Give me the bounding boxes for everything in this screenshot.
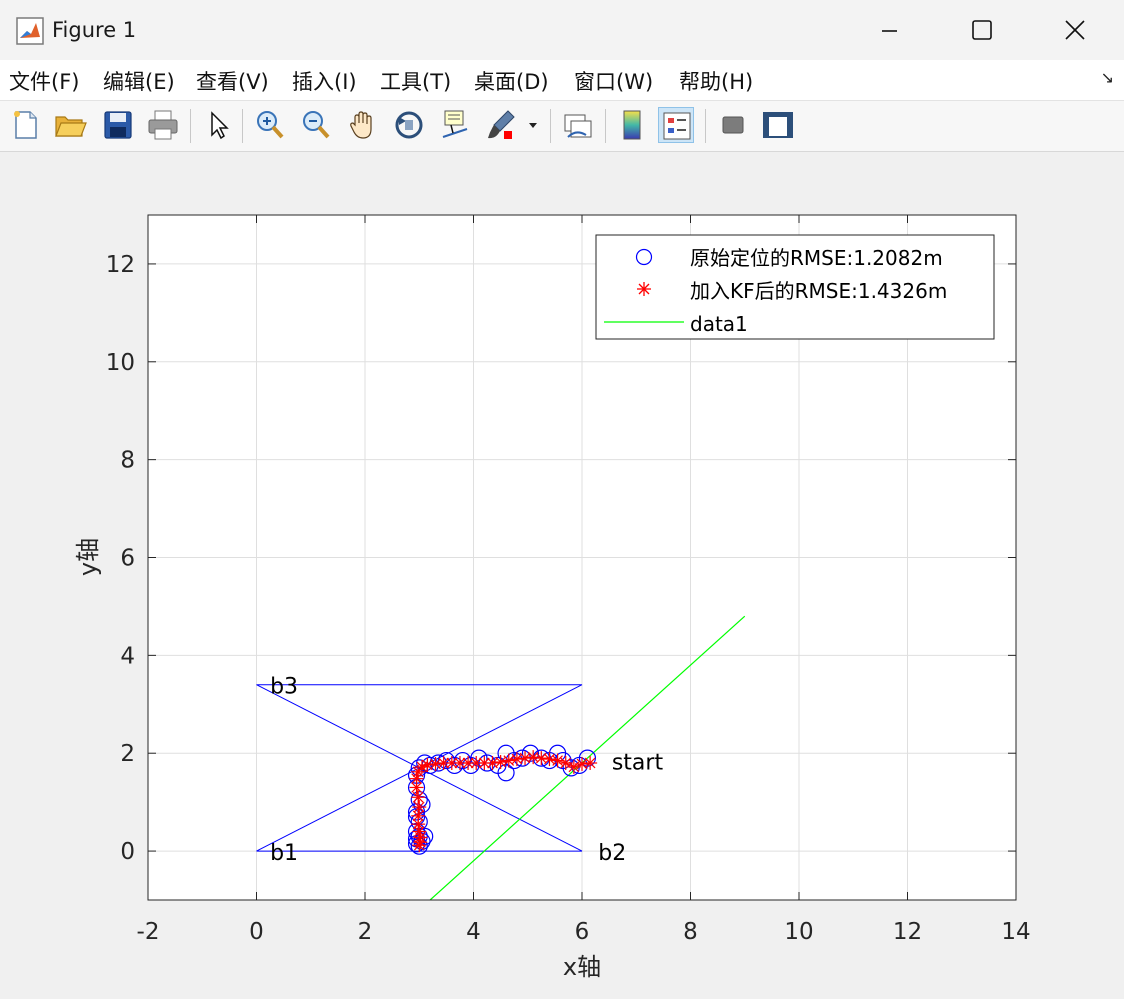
y-tick-label: 12 — [106, 252, 135, 278]
pointer-arrow-icon — [211, 111, 229, 140]
printer-icon — [148, 110, 178, 140]
plot-svg[interactable]: -2 0 2 4 6 8 10 12 14 0 2 4 6 8 10 12 b1 b2 b3 start x轴 y轴… — [0, 152, 1124, 995]
zoom-out-icon — [303, 111, 330, 139]
show-plot-tools-icon — [763, 112, 793, 138]
menu-view[interactable]: 查看(V) — [196, 66, 269, 96]
save-disk-icon — [104, 111, 132, 139]
y-tick-label: 6 — [120, 546, 135, 572]
matlab-app-icon — [16, 17, 44, 45]
x-tick-label: 4 — [466, 919, 481, 945]
hide-plot-tools-icon — [722, 116, 744, 134]
data-tip-icon — [442, 110, 468, 138]
menu-help[interactable]: 帮助(H) — [679, 66, 753, 96]
link-plot-icon — [564, 114, 592, 138]
zoom-out-button[interactable] — [298, 107, 334, 143]
folder-open-icon — [55, 116, 87, 137]
menu-insert[interactable]: 插入(I) — [292, 66, 357, 96]
select-arrow-button[interactable] — [200, 107, 236, 143]
toolbar-separator — [705, 109, 706, 143]
legend-marker-asterisk — [637, 282, 651, 296]
annotation-start: start — [612, 751, 664, 776]
link-plot-button[interactable] — [560, 107, 596, 143]
toolbar-separator — [242, 109, 243, 143]
y-axis-label: y轴 — [74, 538, 102, 576]
y-tick-label: 2 — [120, 741, 135, 767]
y-tick-label: 10 — [106, 350, 135, 376]
y-tick-label: 8 — [120, 448, 135, 474]
legend-box[interactable]: 原始定位的RMSE:1.2082m 加入KF后的RMSE:1.4326m dat… — [595, 234, 995, 340]
menu-tools[interactable]: 工具(T) — [380, 66, 451, 96]
x-tick-label: -2 — [137, 919, 160, 945]
new-figure-button[interactable] — [8, 107, 44, 143]
menu-desktop[interactable]: 桌面(D) — [474, 66, 549, 96]
menu-file[interactable]: 文件(F) — [9, 66, 79, 96]
collapse-arrow-icon[interactable]: ↘ — [1101, 68, 1114, 87]
brush-icon — [488, 110, 515, 139]
dropdown-arrow-icon — [529, 123, 537, 128]
show-plot-tools-button[interactable] — [760, 107, 796, 143]
brush-button[interactable] — [484, 107, 520, 143]
x-tick-label: 14 — [1001, 919, 1030, 945]
figure-canvas: -2 0 2 4 6 8 10 12 14 0 2 4 6 8 10 12 b1 b2 b3 start x轴 y轴… — [0, 152, 1124, 995]
asterisk-marker — [411, 790, 426, 805]
open-file-button[interactable] — [52, 107, 88, 143]
save-button[interactable] — [100, 107, 136, 143]
y-tick-label: 4 — [120, 643, 135, 669]
colorbar-button[interactable] — [614, 107, 650, 143]
rotate-3d-button[interactable] — [391, 107, 427, 143]
close-button[interactable] — [1052, 10, 1098, 50]
hide-plot-tools-button[interactable] — [715, 107, 751, 143]
x-tick-label: 10 — [784, 919, 813, 945]
menu-bar: 文件(F) 编辑(E) 查看(V) 插入(I) 工具(T) 桌面(D) 窗口(W… — [0, 60, 1124, 101]
y-tick-label: 0 — [120, 839, 135, 865]
pan-button[interactable] — [345, 107, 381, 143]
legend-entry-3: data1 — [690, 312, 748, 336]
toolbar-separator — [550, 109, 551, 143]
pan-hand-icon — [350, 111, 372, 139]
annotation-b2: b2 — [598, 841, 626, 866]
print-button[interactable] — [145, 107, 181, 143]
annotation-b1: b1 — [270, 841, 298, 866]
asterisk-marker — [413, 835, 428, 850]
x-tick-label: 12 — [893, 919, 922, 945]
annotation-b3: b3 — [270, 675, 298, 700]
toolbar-separator — [605, 109, 606, 143]
x-tick-label: 0 — [249, 919, 264, 945]
legend-entry-2: 加入KF后的RMSE:1.4326m — [690, 279, 947, 303]
brush-dropdown[interactable] — [524, 107, 542, 143]
menu-edit[interactable]: 编辑(E) — [103, 66, 175, 96]
minimize-button[interactable] — [867, 10, 913, 50]
x-tick-label: 2 — [358, 919, 373, 945]
new-file-icon — [14, 111, 37, 139]
zoom-in-icon — [257, 111, 284, 139]
x-axis-label: x轴 — [563, 953, 601, 981]
legend-icon — [663, 112, 691, 140]
x-tick-label: 6 — [575, 919, 590, 945]
figure-toolbar — [0, 101, 1124, 152]
maximize-icon — [972, 20, 992, 40]
maximize-button[interactable] — [959, 10, 1005, 50]
colorbar-icon — [623, 110, 641, 140]
menu-window[interactable]: 窗口(W) — [574, 66, 653, 96]
legend-entry-1: 原始定位的RMSE:1.2082m — [690, 246, 943, 270]
zoom-in-button[interactable] — [252, 107, 288, 143]
data-cursor-button[interactable] — [437, 107, 473, 143]
x-tick-label: 8 — [683, 919, 698, 945]
legend-button[interactable] — [658, 107, 694, 143]
toolbar-separator — [190, 109, 191, 143]
window-title: Figure 1 — [52, 18, 137, 42]
minimize-icon — [882, 30, 897, 32]
close-icon — [1065, 20, 1085, 40]
rotate-3d-icon — [395, 111, 423, 139]
title-bar: Figure 1 — [0, 0, 1124, 60]
